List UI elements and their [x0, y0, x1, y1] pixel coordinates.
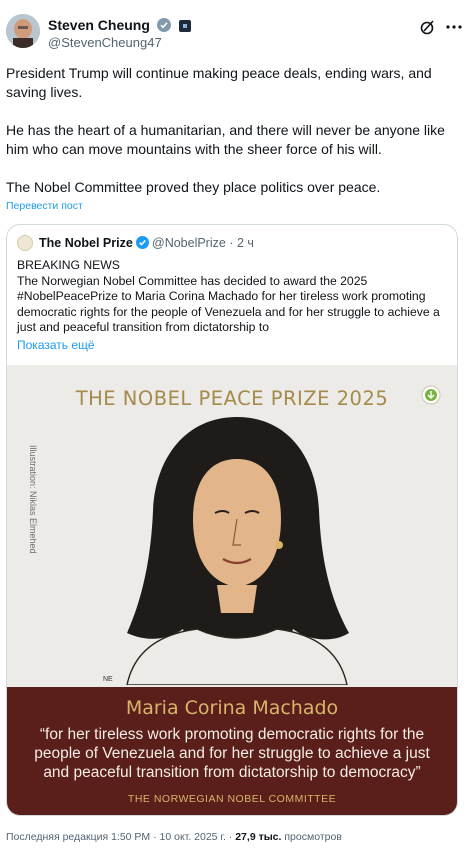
illustration-credit: Illustration: Niklas Elmehed	[28, 445, 38, 554]
quoted-text-line: The Norwegian Nobel Committee has decide…	[17, 273, 368, 288]
prize-image[interactable]: THE NOBEL PEACE PRIZE 2025 Illustration:…	[7, 365, 457, 815]
quoted-post-text: BREAKING NEWS The Norwegian Nobel Commit…	[17, 258, 453, 336]
committee-name: THE NORWEGIAN NOBEL COMMITTEE	[127, 793, 337, 805]
more-options-icon[interactable]	[445, 18, 463, 36]
citation-line: “for her tireless work promoting democra…	[39, 726, 425, 743]
quoted-avatar[interactable]	[17, 235, 33, 251]
author-name[interactable]: Steven Cheung	[48, 17, 150, 33]
post-text: President Trump will continue making pea…	[6, 64, 460, 216]
laureate-banner: Maria Corina Machado “for her tireless w…	[7, 687, 457, 815]
quoted-author-name[interactable]: The Nobel Prize	[39, 236, 133, 250]
views-count: 27,9 тыс.	[235, 831, 282, 843]
grok-icon[interactable]	[419, 18, 437, 36]
show-more-link[interactable]: Показать ещё	[17, 338, 95, 352]
laureate-name: Maria Corina Machado	[125, 697, 339, 719]
laureate-portrait	[97, 407, 377, 686]
author-avatar[interactable]	[6, 14, 40, 48]
citation-line: people of Venezuela and for her struggle…	[34, 745, 430, 762]
post-paragraph: He has the heart of a humanitarian, and …	[6, 122, 445, 157]
download-icon[interactable]	[421, 385, 441, 405]
quoted-text-line: BREAKING NEWS	[17, 258, 120, 272]
quoted-handle-row: @NobelPrize · 2 ч	[152, 236, 254, 250]
translate-post-link[interactable]: Перевести пост	[6, 200, 83, 212]
prize-citation: “for her tireless work promoting democra…	[21, 725, 443, 782]
quoted-text-line: just and peaceful transition from dictat…	[17, 320, 270, 335]
post-meta: Последняя редакция 1:50 PM · 10 окт. 202…	[6, 831, 342, 843]
edited-timestamp[interactable]: Последняя редакция 1:50 PM · 10 окт. 202…	[6, 831, 232, 843]
verified-badge-icon	[156, 18, 171, 35]
author-name-row[interactable]: Steven Cheung	[48, 17, 191, 35]
views-label: просмотров	[284, 831, 342, 843]
quoted-text-line: #NobelPeacePrize to Maria Corina Machado…	[17, 289, 426, 304]
post-paragraph: The Nobel Committee proved they place po…	[6, 179, 381, 195]
affiliate-badge-icon[interactable]	[178, 20, 191, 32]
quoted-text-line: democratic rights for the people of Vene…	[17, 304, 440, 319]
citation-line: and peaceful transition from dictatorshi…	[43, 764, 421, 781]
author-handle[interactable]: @StevenCheung47	[48, 35, 162, 50]
post-header: Steven Cheung @StevenCheung47	[6, 14, 465, 54]
verified-badge-icon	[136, 236, 149, 252]
post-paragraph: President Trump will continue making pea…	[6, 65, 432, 100]
quoted-timestamp[interactable]: · 2 ч	[229, 236, 254, 250]
artist-signature: NE	[103, 676, 113, 683]
quoted-author-handle[interactable]: @NobelPrize	[152, 236, 226, 250]
quoted-post[interactable]: The Nobel Prize @NobelPrize · 2 ч BREAKI…	[6, 224, 458, 816]
